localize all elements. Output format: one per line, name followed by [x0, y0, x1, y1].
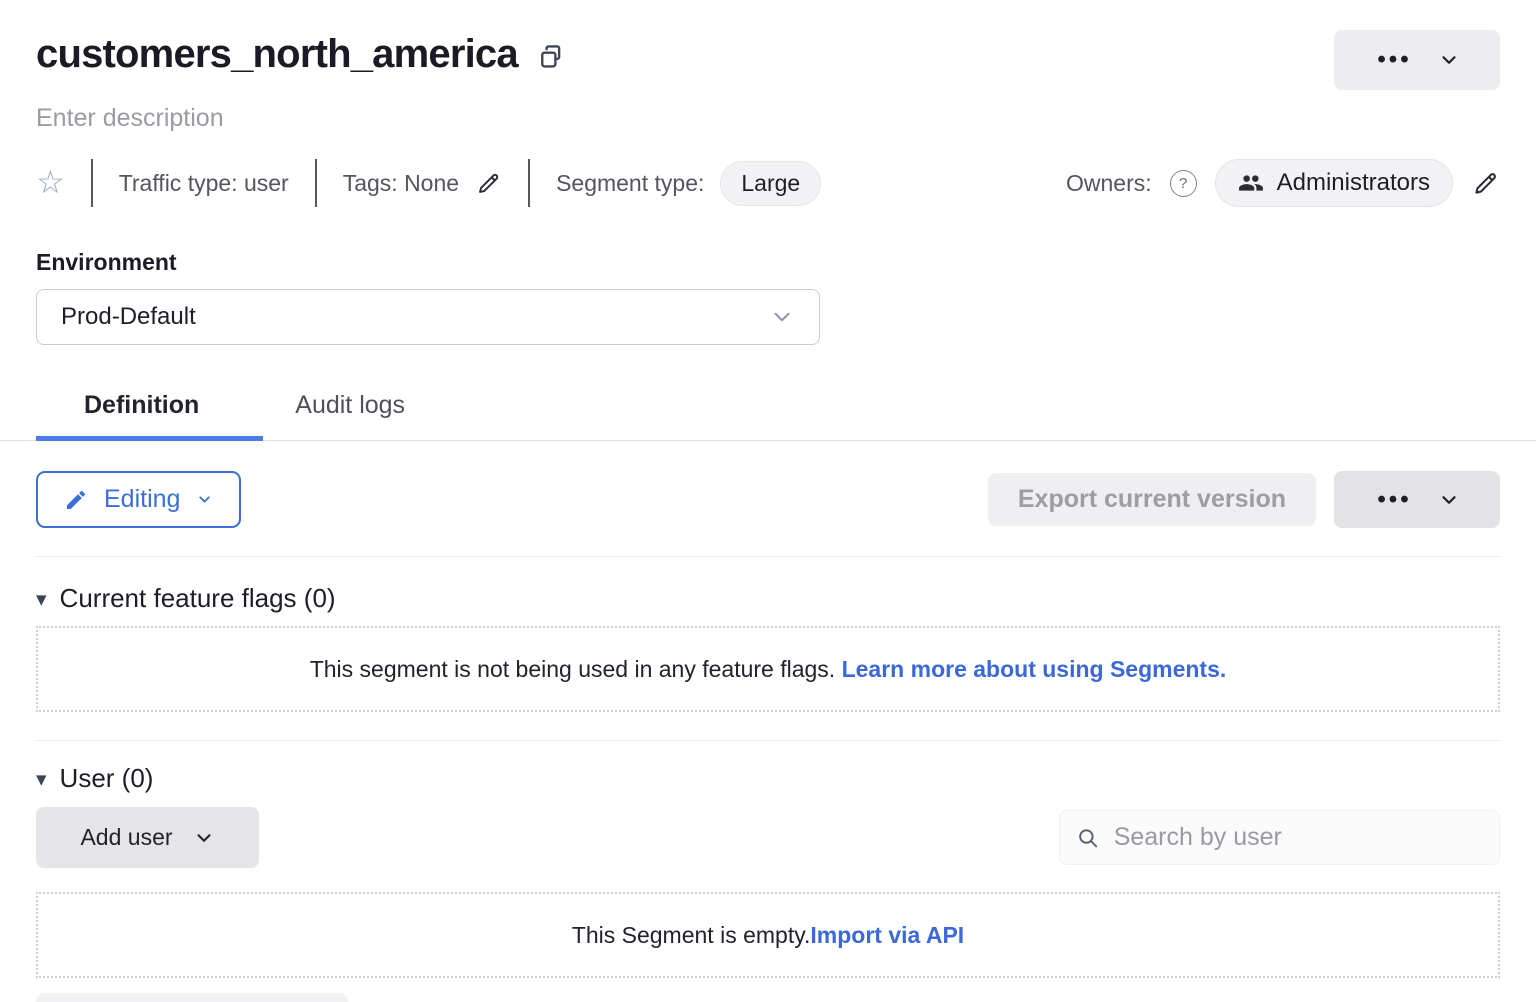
search-by-user-input[interactable] [1112, 822, 1483, 853]
owners-chip[interactable]: Administrators [1215, 159, 1453, 207]
toolbar-right: Export current version ••• [988, 471, 1500, 528]
feature-flags-section-title: Current feature flags (0) [60, 583, 336, 614]
feature-flags-section-header[interactable]: ▾ Current feature flags (0) [36, 583, 336, 614]
meta-row: ☆ Traffic type: user Tags: None Segment … [36, 159, 1500, 207]
add-user-button[interactable]: Add user [36, 807, 259, 868]
environment-select[interactable]: Prod-Default [36, 289, 820, 345]
learn-more-segments-link[interactable]: Learn more about using Segments. [842, 656, 1227, 683]
copy-icon[interactable] [536, 42, 566, 72]
divider [315, 159, 317, 207]
clipped-bottom-element [36, 993, 348, 1002]
chevron-down-icon [196, 491, 213, 508]
ellipsis-icon: ••• [1374, 488, 1411, 512]
divider [36, 740, 1500, 741]
user-controls-row: Add user [36, 807, 1500, 868]
user-section-header[interactable]: ▾ User (0) [36, 763, 153, 794]
edit-tags-pencil-icon[interactable] [475, 170, 502, 197]
export-current-version-button[interactable]: Export current version [988, 473, 1316, 526]
tabs-bar: Definition Audit logs [0, 383, 1536, 441]
segment-type-badge: Large [720, 161, 821, 206]
definition-toolbar: Editing Export current version ••• [36, 471, 1500, 528]
chevron-down-icon [1438, 489, 1460, 511]
tab-definition[interactable]: Definition [36, 383, 247, 440]
active-tab-underline [36, 436, 263, 441]
segment-detail-page: customers_north_america ••• Enter descri… [0, 0, 1536, 1002]
tags-item: Tags: None [343, 170, 502, 197]
owners-help-icon[interactable]: ? [1170, 170, 1197, 197]
add-user-label: Add user [80, 824, 172, 851]
meta-left: ☆ Traffic type: user Tags: None Segment … [36, 159, 821, 207]
toolbar-more-actions-button[interactable]: ••• [1334, 471, 1500, 528]
user-empty-text: This Segment is empty. [572, 922, 811, 949]
divider [91, 159, 93, 207]
people-icon [1238, 170, 1264, 196]
header-more-actions-button[interactable]: ••• [1334, 30, 1500, 90]
tab-audit-logs[interactable]: Audit logs [247, 383, 453, 440]
user-section-title: User (0) [60, 763, 154, 794]
pencil-icon [64, 488, 88, 512]
collapse-triangle-icon: ▾ [36, 769, 47, 790]
tabs: Definition Audit logs [0, 383, 1536, 440]
traffic-type-label: Traffic type: user [119, 170, 289, 197]
divider [36, 556, 1500, 557]
owners-value: Administrators [1277, 169, 1430, 197]
chevron-down-icon [769, 304, 795, 330]
page-header: customers_north_america ••• [36, 26, 1500, 90]
feature-flags-empty-state: This segment is not being used in any fe… [36, 626, 1500, 712]
title-wrap: customers_north_america [36, 26, 566, 82]
favorite-star-icon[interactable]: ☆ [36, 166, 65, 198]
owners-area: Owners: ? Administrators [1066, 159, 1500, 207]
feature-flags-empty-text: This segment is not being used in any fe… [310, 656, 835, 683]
collapse-triangle-icon: ▾ [36, 589, 47, 610]
environment-label: Environment [36, 249, 1500, 276]
environment-selected-value: Prod-Default [61, 303, 196, 331]
segment-type-label: Segment type: [556, 170, 704, 197]
search-icon [1076, 825, 1100, 851]
edit-owners-pencil-icon[interactable] [1471, 169, 1500, 198]
editing-mode-button[interactable]: Editing [36, 471, 241, 528]
chevron-down-icon [193, 827, 215, 849]
user-search-box [1059, 810, 1500, 865]
editing-label: Editing [104, 485, 180, 514]
segment-type-item: Segment type: Large [556, 161, 821, 206]
user-empty-state: This Segment is empty. Import via API [36, 892, 1500, 978]
owners-label: Owners: [1066, 170, 1152, 197]
tags-label: Tags: None [343, 170, 459, 197]
ellipsis-icon: ••• [1374, 48, 1411, 72]
divider [528, 159, 530, 207]
description-placeholder[interactable]: Enter description [36, 104, 224, 133]
import-via-api-link[interactable]: Import via API [810, 922, 964, 949]
chevron-down-icon [1438, 49, 1460, 71]
page-title: customers_north_america [36, 26, 518, 82]
